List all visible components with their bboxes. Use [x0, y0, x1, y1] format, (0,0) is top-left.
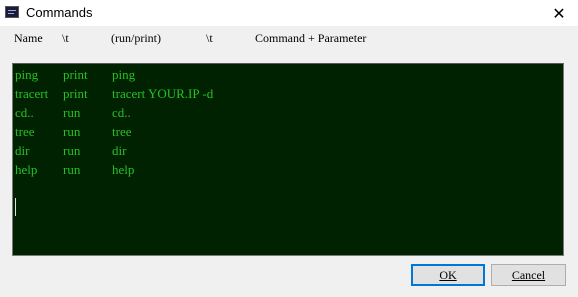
header-name: Name [14, 31, 43, 45]
command-name: cd.. [15, 105, 34, 120]
text-caret [15, 198, 16, 216]
command-text: dir [112, 143, 127, 158]
command-mode: run [63, 162, 81, 177]
command-name: tracert [15, 86, 49, 101]
header-tab-2: \t [206, 31, 213, 45]
command-text: cd.. [112, 105, 131, 120]
header-mode: (run/print) [111, 31, 161, 45]
commands-editor[interactable]: ping print ping tracert print tracert YO… [12, 63, 564, 256]
command-text: ping [112, 67, 136, 82]
command-line: help run help [15, 162, 134, 242]
app-icon [5, 6, 19, 18]
cancel-button[interactable]: Cancel [491, 264, 566, 286]
cancel-button-label: Cancel [511, 267, 546, 282]
command-mode: run [63, 143, 81, 158]
header-command: Command + Parameter [255, 31, 367, 45]
close-icon[interactable]: ✕ [544, 0, 574, 26]
command-text: tracert YOUR.IP -d [112, 86, 214, 101]
command-mode: run [63, 124, 81, 139]
command-mode: run [63, 105, 81, 120]
window-title: Commands [26, 5, 93, 20]
header-tab-1: \t [62, 31, 69, 45]
ok-button[interactable]: OK [411, 264, 485, 286]
command-name: tree [15, 124, 35, 139]
command-mode: print [63, 67, 88, 82]
title-bar: Commands ✕ [0, 0, 578, 26]
command-mode: print [63, 86, 88, 101]
command-text: help [112, 162, 135, 177]
command-name: help [15, 162, 38, 177]
ok-button-label: OK [439, 267, 457, 282]
command-text: tree [112, 124, 132, 139]
command-name: dir [15, 143, 30, 158]
command-name: ping [15, 67, 39, 82]
